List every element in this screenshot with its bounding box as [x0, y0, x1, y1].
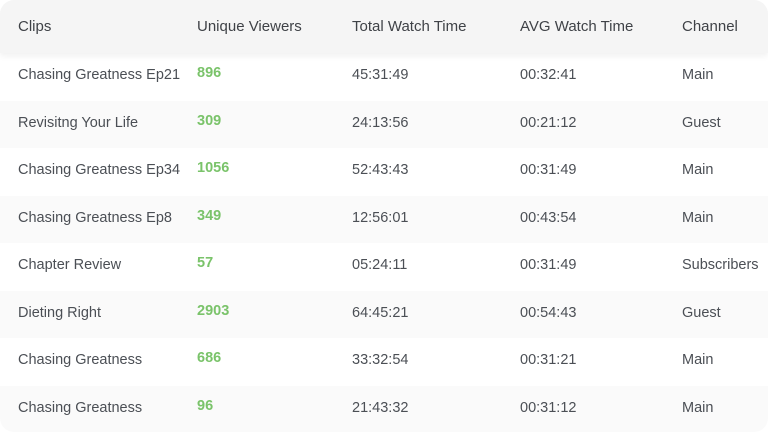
unique-viewers-value: 686: [197, 350, 222, 366]
avg-watch-time-value: 00:21:12: [520, 114, 577, 131]
total-watch-time-value: 52:43:43: [352, 162, 409, 178]
unique-viewers-value: 57: [197, 255, 214, 271]
channel-value: Guest: [682, 304, 721, 321]
avg-watch-time-value: 00:31:49: [520, 257, 577, 273]
column-header-channel[interactable]: Channel: [682, 0, 738, 53]
clip-name: Chapter Review: [18, 257, 122, 273]
avg-watch-time-value: 00:31:12: [520, 399, 577, 416]
clip-name: Chasing Greatness Ep34: [18, 162, 181, 178]
channel-value: Main: [682, 67, 714, 83]
clip-name: Dieting Right: [18, 304, 102, 321]
avg-watch-time-value: 00:31:21: [520, 352, 577, 368]
total-watch-time-value: 45:31:49: [352, 67, 409, 83]
channel-value: Guest: [682, 114, 721, 131]
total-watch-time-value: 12:56:01: [352, 209, 409, 226]
clip-name: Revisitng Your Life: [18, 114, 139, 131]
clip-name: Chasing Greatness Ep8: [18, 209, 172, 226]
unique-viewers-value: 2903: [197, 302, 230, 319]
column-header-total-watch-time[interactable]: Total Watch Time: [352, 0, 466, 53]
avg-watch-time-value: 00:31:49: [520, 162, 577, 178]
total-watch-time-value: 05:24:11: [352, 257, 408, 273]
table-row[interactable]: Chasing Greatness Ep8 349 12:56:01 00:43…: [0, 195, 768, 243]
clip-name: Chasing Greatness: [18, 352, 143, 368]
total-watch-time-value: 24:13:56: [352, 114, 409, 131]
table-row[interactable]: Chasing Greatness Ep34 1056 52:43:43 00:…: [0, 148, 768, 196]
total-watch-time-value: 64:45:21: [352, 304, 409, 321]
channel-value: Subscribers: [682, 257, 759, 273]
unique-viewers-value: 96: [197, 397, 214, 414]
table-row[interactable]: Chasing Greatness Ep21 896 45:31:49 00:3…: [0, 53, 768, 101]
column-header-avg-watch-time[interactable]: AVG Watch Time: [520, 0, 633, 53]
channel-value: Main: [682, 352, 714, 368]
table-body: Chasing Greatness Ep21 896 45:31:49 00:3…: [0, 53, 768, 432]
column-header-clips[interactable]: Clips: [18, 0, 51, 53]
unique-viewers-value: 896: [197, 65, 222, 81]
channel-value: Main: [682, 399, 714, 416]
total-watch-time-value: 33:32:54: [352, 352, 409, 368]
table-row[interactable]: Dieting Right 2903 64:45:21 00:54:43 Gue…: [0, 290, 768, 338]
unique-viewers-value: 1056: [197, 160, 230, 176]
table-row[interactable]: Chasing Greatness 686 33:32:54 00:31:21 …: [0, 338, 768, 386]
unique-viewers-value: 349: [197, 207, 222, 224]
table-row[interactable]: Revisitng Your Life 309 24:13:56 00:21:1…: [0, 100, 768, 148]
clip-name: Chasing Greatness Ep21: [18, 67, 181, 83]
total-watch-time-value: 21:43:32: [352, 399, 409, 416]
avg-watch-time-value: 00:32:41: [520, 67, 577, 83]
avg-watch-time-value: 00:43:54: [520, 209, 577, 226]
column-header-unique-viewers[interactable]: Unique Viewers: [197, 0, 302, 53]
clip-name: Chasing Greatness: [18, 399, 143, 416]
table-header: Clips Unique Viewers Total Watch Time AV…: [0, 0, 768, 53]
channel-value: Main: [682, 162, 714, 178]
unique-viewers-value: 309: [197, 112, 222, 129]
table-row[interactable]: Chasing Greatness 96 21:43:32 00:31:12 M…: [0, 385, 768, 432]
clips-table: Clips Unique Viewers Total Watch Time AV…: [0, 0, 768, 432]
channel-value: Main: [682, 209, 714, 226]
table-row[interactable]: Chapter Review 57 05:24:11 00:31:49 Subs…: [0, 243, 768, 291]
avg-watch-time-value: 00:54:43: [520, 304, 577, 321]
